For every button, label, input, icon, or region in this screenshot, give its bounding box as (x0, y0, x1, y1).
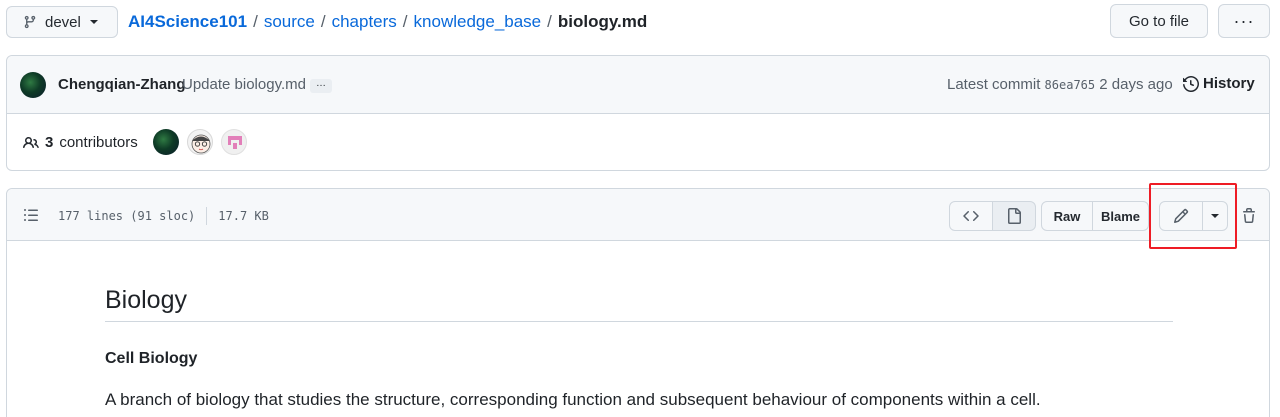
delete-file-button[interactable] (1237, 204, 1261, 228)
history-icon (1183, 75, 1199, 92)
breadcrumb-separator: / (253, 12, 258, 31)
display-source-button[interactable] (949, 201, 993, 231)
file-size: 17.7 KB (218, 209, 269, 223)
display-rendered-button[interactable] (992, 201, 1036, 231)
contributor-face-illustration (191, 134, 211, 154)
breadcrumb-link-knowledge-base[interactable]: knowledge_base (414, 12, 542, 31)
file-line-count: 177 lines (91 sloc) (58, 209, 196, 223)
commit-author-avatar[interactable] (20, 72, 46, 98)
contributors-row: 3 contributors (7, 114, 1269, 170)
table-of-contents-icon[interactable] (23, 207, 39, 223)
commit-sha-link[interactable]: 86ea765 (1045, 78, 1096, 92)
latest-commit-row: Chengqian-Zhang Update biology.md … Late… (7, 56, 1269, 114)
markdown-body: Biology Cell Biology A branch of biology… (105, 285, 1173, 412)
code-icon (963, 210, 979, 222)
breadcrumb-repo-link[interactable]: AI4Science101 (128, 12, 247, 31)
commit-author-link[interactable]: Chengqian-Zhang (58, 76, 186, 93)
contributor-avatar[interactable] (153, 129, 179, 155)
branch-name: devel (45, 13, 81, 31)
contributor-avatar[interactable] (221, 129, 247, 155)
contributors-count: 3 (45, 134, 54, 151)
caret-down-icon (89, 20, 98, 24)
annotation-highlight-box (1149, 183, 1237, 249)
contributors-label: contributors (59, 134, 138, 151)
commit-expand-button[interactable]: … (310, 79, 332, 93)
breadcrumb-separator: / (402, 12, 408, 31)
commit-time: 2 days ago (1099, 76, 1173, 93)
markdown-subheading: Cell Biology (105, 350, 198, 367)
go-to-file-button[interactable]: Go to file (1110, 4, 1208, 38)
commit-box: Chengqian-Zhang Update biology.md … Late… (6, 55, 1270, 171)
file-header: 177 lines (91 sloc) 17.7 KB Raw Blame (7, 183, 1269, 249)
people-icon (23, 136, 39, 148)
breadcrumb-link-source[interactable]: source (264, 12, 315, 31)
file-viewer: 177 lines (91 sloc) 17.7 KB Raw Blame Bi… (6, 183, 1270, 417)
breadcrumb-current-file: biology.md (557, 12, 648, 31)
breadcrumb: AI4Science101 / source / chapters / knowledge_… (128, 10, 647, 34)
identicon-pattern (228, 136, 242, 149)
contributor-avatar[interactable] (187, 129, 213, 155)
breadcrumb-separator: / (320, 12, 326, 31)
raw-button[interactable]: Raw (1041, 201, 1093, 231)
latest-commit-info: Latest commit 86ea765 2 days ago (947, 76, 1173, 93)
blame-button[interactable]: Blame (1092, 201, 1149, 231)
more-options-button[interactable]: ··· (1218, 4, 1270, 38)
contributors-link[interactable]: 3 contributors (23, 134, 138, 151)
breadcrumb-link-chapters[interactable]: chapters (332, 12, 397, 31)
commit-message-link[interactable]: Update biology.md (182, 76, 306, 93)
file-info: 177 lines (91 sloc) 17.7 KB (58, 207, 269, 225)
divider (206, 207, 208, 225)
latest-commit-label: Latest commit (947, 76, 1041, 93)
markdown-paragraph: A branch of biology that studies the str… (105, 390, 1041, 409)
branch-selector-button[interactable]: devel (6, 6, 118, 38)
breadcrumb-separator: / (547, 12, 552, 31)
history-link[interactable]: History (1183, 75, 1255, 92)
git-branch-icon (24, 15, 36, 29)
markdown-heading: Biology (105, 285, 1173, 322)
history-label: History (1203, 75, 1255, 92)
file-icon (1008, 208, 1021, 224)
trash-icon (1243, 208, 1255, 223)
